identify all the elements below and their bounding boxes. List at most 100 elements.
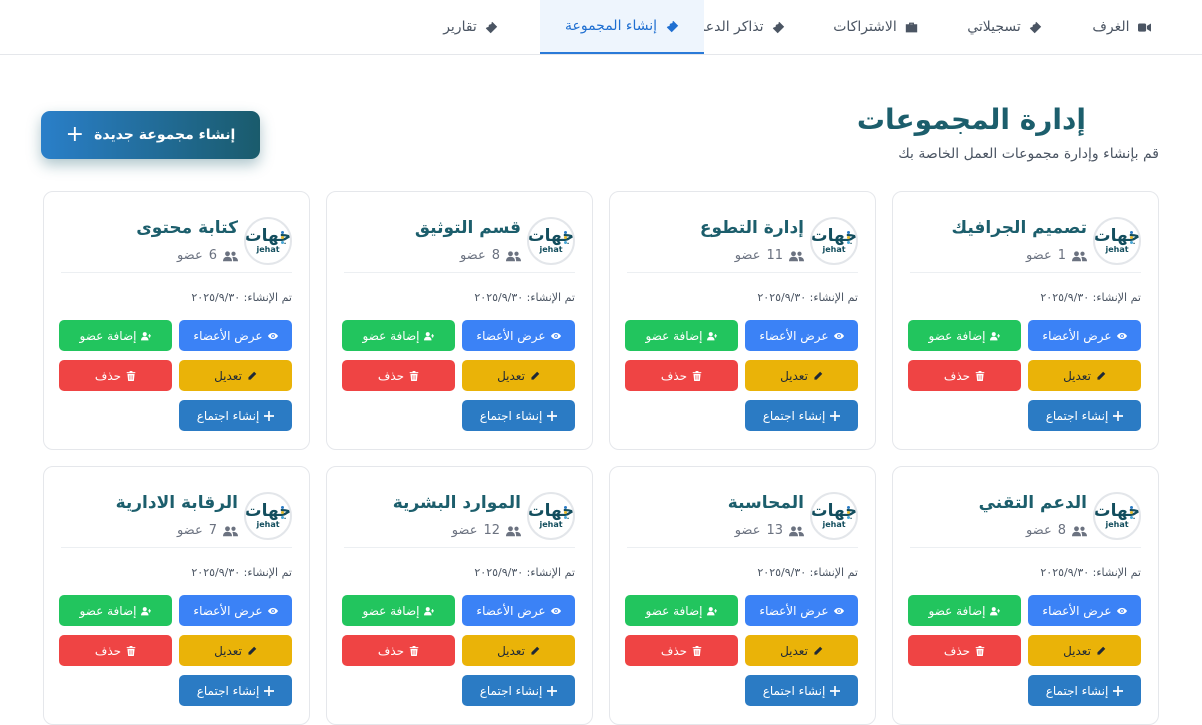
members-suffix: عضو [1025, 523, 1052, 538]
eye-icon [550, 607, 561, 614]
edit-button[interactable]: تعديل [179, 635, 292, 666]
tab-create-group[interactable]: إنشاء المجموعة [540, 0, 704, 54]
add-member-button[interactable]: إضافة عضو [908, 320, 1021, 351]
delete-button[interactable]: حذف [908, 635, 1021, 666]
plus-icon [1113, 685, 1124, 696]
edit-button[interactable]: تعديل [179, 360, 292, 391]
members-suffix: عضو [459, 248, 486, 263]
eye-icon [1116, 332, 1127, 339]
delete-button[interactable]: حذف [625, 635, 738, 666]
delete-button[interactable]: حذف [625, 360, 738, 391]
plus-icon [264, 410, 275, 421]
members-number: 8 [491, 248, 500, 263]
jehat-logo-icon: جهات jehat [244, 216, 292, 265]
jehat-logo-icon: جهات jehat [810, 491, 858, 540]
view-members-button[interactable]: عرض الأعضاء [179, 595, 292, 626]
user-plus-icon [141, 606, 152, 615]
edit-button[interactable]: تعديل [1028, 360, 1141, 391]
users-icon [789, 250, 804, 261]
delete-button[interactable]: حذف [342, 360, 455, 391]
eye-icon [1116, 607, 1127, 614]
tab-label: تذاكر الدعم [696, 19, 764, 35]
users-icon [1072, 525, 1087, 536]
jehat-logo-icon: جهات jehat [527, 216, 575, 265]
add-member-button[interactable]: إضافة عضو [908, 595, 1021, 626]
tab-label: الغرف [1092, 19, 1130, 35]
members-count: 12 عضو [393, 523, 521, 538]
group-card-1: جهات jehat تصميم الجرافيك 1 عضو تم الإنش… [892, 191, 1159, 450]
create-meeting-button[interactable]: إنشاء اجتماع [462, 675, 575, 706]
create-meeting-button[interactable]: إنشاء اجتماع [745, 675, 858, 706]
view-members-button[interactable]: عرض الأعضاء [179, 320, 292, 351]
plus-icon: + [65, 122, 85, 147]
card-header: جهات jehat المحاسبة 13 عضو [627, 467, 858, 548]
delete-button[interactable]: حذف [342, 635, 455, 666]
delete-button[interactable]: حذف [908, 360, 1021, 391]
delete-button[interactable]: حذف [59, 360, 172, 391]
members-count: 1 عضو [952, 248, 1087, 263]
create-meeting-button[interactable]: إنشاء اجتماع [179, 675, 292, 706]
top-tabs: الغرف تسجيلاتي الاشتراكات تذاكر الدعم إن… [0, 0, 1202, 55]
view-members-button[interactable]: عرض الأعضاء [1028, 595, 1141, 626]
add-member-button[interactable]: إضافة عضو [342, 595, 455, 626]
members-count: 8 عضو [979, 523, 1087, 538]
created-date: تم الإنشاء: ٢٠٢٥/٩/٣٠ [1040, 566, 1141, 579]
group-card-8: جهات jehat الرقابة الادارية 7 عضو تم الإ… [43, 466, 310, 725]
add-member-button[interactable]: إضافة عضو [625, 595, 738, 626]
user-plus-icon [707, 331, 718, 340]
tab-reports[interactable]: تقارير [426, 0, 516, 54]
created-date: تم الإنشاء: ٢٠٢٥/٩/٣٠ [757, 291, 858, 304]
group-name: إدارة التطوع [699, 218, 804, 238]
add-member-button[interactable]: إضافة عضو [625, 320, 738, 351]
group-name: تصميم الجرافيك [951, 218, 1088, 238]
tab-subscriptions[interactable]: الاشتراكات [806, 0, 946, 54]
edit-button[interactable]: تعديل [745, 635, 858, 666]
delete-button[interactable]: حذف [59, 635, 172, 666]
user-plus-icon [424, 331, 435, 340]
view-members-button[interactable]: عرض الأعضاء [462, 320, 575, 351]
add-member-button[interactable]: إضافة عضو [59, 595, 172, 626]
view-members-button[interactable]: عرض الأعضاء [745, 595, 858, 626]
create-meeting-button[interactable]: إنشاء اجتماع [179, 400, 292, 431]
create-group-button[interactable]: إنشاء مجموعة جديدة + [41, 111, 260, 159]
groups-grid: جهات jehat تصميم الجرافيك 1 عضو تم الإنش… [43, 191, 1159, 725]
members-count: 6 عضو [136, 248, 238, 263]
view-members-button[interactable]: عرض الأعضاء [1028, 320, 1141, 351]
group-name: كتابة محتوى [136, 218, 238, 238]
logo-ar: جهات [810, 500, 858, 521]
edit-button[interactable]: تعديل [462, 360, 575, 391]
create-group-label: إنشاء مجموعة جديدة [94, 127, 236, 143]
members-suffix: عضو [176, 523, 203, 538]
edit-button[interactable]: تعديل [1028, 635, 1141, 666]
logo-en: jehat [256, 519, 280, 529]
trash-icon [409, 645, 419, 656]
members-number: 8 [1057, 523, 1066, 538]
members-suffix: عضو [451, 523, 478, 538]
view-members-button[interactable]: عرض الأعضاء [745, 320, 858, 351]
view-members-button[interactable]: عرض الأعضاء [462, 595, 575, 626]
users-icon [223, 525, 238, 536]
pencil-icon [1097, 646, 1106, 655]
members-number: 7 [208, 523, 217, 538]
tab-rooms[interactable]: الغرف [1062, 0, 1182, 54]
group-card-6: جهات jehat المحاسبة 13 عضو تم الإنشاء: ٢… [609, 466, 876, 725]
jehat-logo-icon: جهات jehat [527, 491, 575, 540]
created-date: تم الإنشاء: ٢٠٢٥/٩/٣٠ [474, 291, 575, 304]
edit-button[interactable]: تعديل [745, 360, 858, 391]
logo-ar: جهات [527, 225, 575, 246]
create-meeting-button[interactable]: إنشاء اجتماع [462, 400, 575, 431]
jehat-logo-icon: جهات jehat [244, 491, 292, 540]
eye-icon [267, 332, 278, 339]
tab-recordings[interactable]: تسجيلاتي [940, 0, 1070, 54]
logo-en: jehat [822, 519, 846, 529]
create-meeting-button[interactable]: إنشاء اجتماع [1028, 675, 1141, 706]
create-meeting-button[interactable]: إنشاء اجتماع [745, 400, 858, 431]
create-meeting-button[interactable]: إنشاء اجتماع [1028, 400, 1141, 431]
add-member-button[interactable]: إضافة عضو [59, 320, 172, 351]
edit-button[interactable]: تعديل [462, 635, 575, 666]
users-icon [506, 525, 521, 536]
jehat-logo-icon: جهات jehat [1093, 216, 1141, 265]
members-count: 11 عضو [700, 248, 804, 263]
logo-en: jehat [1105, 244, 1129, 254]
add-member-button[interactable]: إضافة عضو [342, 320, 455, 351]
